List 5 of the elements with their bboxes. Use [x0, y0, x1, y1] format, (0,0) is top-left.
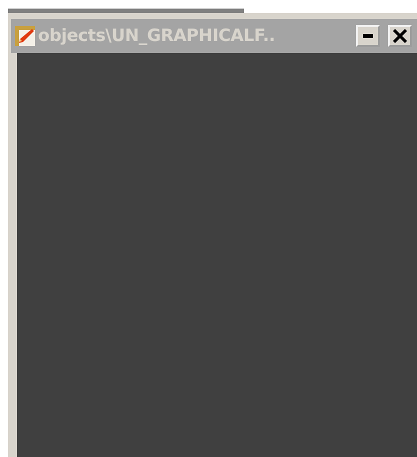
- minimize-button[interactable]: [356, 25, 380, 47]
- pencil-icon: [15, 26, 35, 46]
- close-icon: [393, 29, 407, 43]
- close-button[interactable]: [388, 25, 412, 47]
- minimize-icon: [363, 34, 373, 38]
